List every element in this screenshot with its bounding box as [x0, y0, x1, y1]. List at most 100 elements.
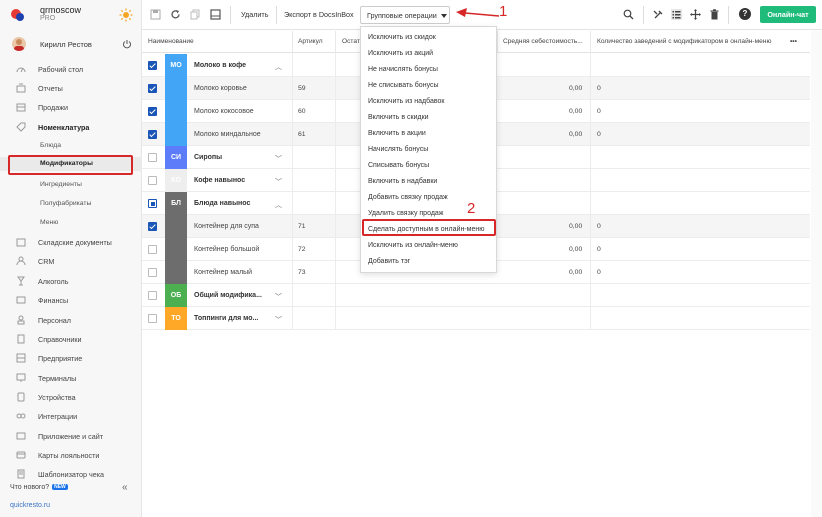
theme-sun-icon[interactable]: [119, 8, 133, 22]
item-name: Контейнер большой: [194, 246, 260, 253]
sidebar-item-warehouse[interactable]: Складские документы: [0, 235, 142, 249]
sidebar-item-nomenclature[interactable]: Номенклатура: [0, 120, 142, 134]
row-checkbox[interactable]: [148, 199, 157, 208]
item-count: 0: [597, 131, 601, 138]
export-docsinbox-button[interactable]: Экспорт в DocsInBox: [278, 6, 360, 24]
column-header-name[interactable]: Наименование: [148, 38, 194, 45]
collapse-sidebar-icon[interactable]: «: [122, 482, 128, 493]
vertical-scrollbar[interactable]: [811, 31, 822, 517]
sidebar-subitem-ingredients[interactable]: Ингредиенты: [0, 178, 142, 192]
row-checkbox[interactable]: [148, 176, 157, 185]
help-icon[interactable]: ?: [739, 8, 751, 20]
brand-block[interactable]: qrmoscow PRO: [0, 0, 142, 30]
column-menu-icon[interactable]: •••: [790, 38, 797, 45]
category-name: Молоко в кофе: [194, 62, 247, 69]
delete-button[interactable]: Удалить: [235, 6, 274, 24]
row-checkbox[interactable]: [148, 245, 157, 254]
list-view-icon[interactable]: [671, 9, 682, 20]
sidebar-item-app-site[interactable]: Приложение и сайт: [0, 429, 142, 443]
category-badge: КО: [165, 169, 187, 192]
sidebar-item-terminals[interactable]: Терминалы: [0, 371, 142, 385]
online-chat-button[interactable]: Онлайн-чат: [760, 6, 816, 23]
row-checkbox[interactable]: [148, 84, 157, 93]
menu-item-no-accrue-bonus[interactable]: Не начислять бонусы: [362, 62, 496, 77]
table-row[interactable]: ТО Топпинги для мо... ﹀: [142, 307, 810, 330]
menu-item-exclude-online[interactable]: Исключить из онлайн-меню: [362, 238, 496, 253]
sidebar-item-staff[interactable]: Персонал: [0, 313, 142, 327]
sidebar-item-integrations[interactable]: Интеграции: [0, 409, 142, 423]
sidebar-subitem-dishes[interactable]: Блюда: [0, 139, 142, 153]
item-article: 73: [298, 269, 306, 276]
chevron-down-icon[interactable]: ﹀: [275, 292, 282, 302]
menu-item-exclude-markups[interactable]: Исключить из надбавок: [362, 94, 496, 109]
column-header-avg-cost[interactable]: Средняя себестоимость...: [503, 38, 587, 45]
item-cost: 0,00: [569, 246, 583, 253]
card-icon: [16, 451, 26, 459]
menu-item-exclude-promos[interactable]: Исключить из акций: [362, 46, 496, 61]
row-checkbox[interactable]: [148, 153, 157, 162]
refresh-icon[interactable]: [170, 9, 181, 20]
terminal-icon: [16, 373, 26, 382]
import-icon[interactable]: [210, 9, 221, 20]
category-name: Сиропы: [194, 154, 223, 161]
item-name: Молоко кокосовое: [194, 108, 254, 115]
item-count: 0: [597, 269, 601, 276]
sidebar-item-receipt-template[interactable]: Шаблонизатор чека: [0, 467, 142, 481]
chevron-up-icon[interactable]: ︿: [275, 62, 282, 72]
sidebar-item-loyalty-cards[interactable]: Карты лояльности: [0, 448, 142, 462]
row-checkbox[interactable]: [148, 314, 157, 323]
row-checkbox[interactable]: [148, 222, 157, 231]
column-header-online-count[interactable]: Количество заведений с модификатором в о…: [597, 38, 787, 45]
item-article: 59: [298, 85, 306, 92]
sidebar-item-enterprise[interactable]: Предприятие: [0, 351, 142, 365]
sidebar-item-directories[interactable]: Справочники: [0, 332, 142, 346]
sidebar-subitem-semifinished[interactable]: Полуфабрикаты: [0, 197, 142, 211]
sidebar-subitem-menu[interactable]: Меню: [0, 216, 142, 230]
row-checkbox[interactable]: [148, 130, 157, 139]
highlight-modifiers-box: [8, 155, 133, 175]
copy-icon[interactable]: [190, 9, 201, 20]
site-link[interactable]: quickresto.ru: [10, 502, 50, 509]
sidebar-item-devices[interactable]: Устройства: [0, 390, 142, 404]
sidebar-item-finance[interactable]: Финансы: [0, 293, 142, 307]
menu-item-no-spend-bonus[interactable]: Не списывать бонусы: [362, 78, 496, 93]
sidebar-item-sales[interactable]: Продажи: [0, 100, 142, 114]
directory-icon: [17, 334, 25, 344]
sidebar-item-dashboard[interactable]: Рабочий стол: [0, 62, 142, 76]
move-icon[interactable]: [690, 9, 701, 20]
row-checkbox[interactable]: [148, 291, 157, 300]
trash-icon[interactable]: [709, 9, 720, 20]
menu-item-spend-bonus[interactable]: Списывать бонусы: [362, 158, 496, 173]
item-count: 0: [597, 246, 601, 253]
menu-item-include-discounts[interactable]: Включить в скидки: [362, 110, 496, 125]
menu-item-include-markups[interactable]: Включить в надбавки: [362, 174, 496, 189]
chevron-down-icon[interactable]: ﹀: [275, 154, 282, 164]
row-checkbox[interactable]: [148, 268, 157, 277]
chevron-down-icon[interactable]: ﹀: [275, 177, 282, 187]
chevron-down-icon[interactable]: ﹀: [275, 315, 282, 325]
whats-new-link[interactable]: Что нового? NEW: [10, 484, 68, 491]
menu-item-exclude-discounts[interactable]: Исключить из скидок: [362, 30, 496, 45]
menu-item-add-sales-link[interactable]: Добавить связку продаж: [362, 190, 496, 205]
chevron-up-icon[interactable]: ︿: [275, 200, 282, 210]
search-icon[interactable]: [623, 9, 634, 20]
save-icon[interactable]: [150, 9, 161, 20]
tools-icon[interactable]: [653, 9, 664, 20]
row-checkbox[interactable]: [148, 107, 157, 116]
group-operations-button[interactable]: Групповые операции: [360, 6, 450, 24]
column-header-article[interactable]: Артикул: [298, 38, 323, 45]
sidebar-item-alcohol[interactable]: Алкоголь: [0, 274, 142, 288]
menu-item-add-tag[interactable]: Добавить тэг: [362, 254, 496, 269]
menu-item-accrue-bonus[interactable]: Начислять бонусы: [362, 142, 496, 157]
table-row[interactable]: ОБ Общий модифика... ﹀: [142, 284, 810, 307]
sidebar-item-crm[interactable]: CRM: [0, 254, 142, 268]
column-header-rest[interactable]: Остат: [342, 38, 360, 45]
item-cost: 0,00: [569, 131, 583, 138]
enterprise-icon: [16, 353, 26, 363]
sidebar-item-reports[interactable]: Отчеты: [0, 81, 142, 95]
toolbar-separator: [276, 6, 277, 24]
row-checkbox[interactable]: [148, 61, 157, 70]
menu-item-include-promos[interactable]: Включить в акции: [362, 126, 496, 141]
power-icon[interactable]: [122, 39, 132, 49]
user-block[interactable]: Кирилл Рестов: [0, 36, 142, 54]
